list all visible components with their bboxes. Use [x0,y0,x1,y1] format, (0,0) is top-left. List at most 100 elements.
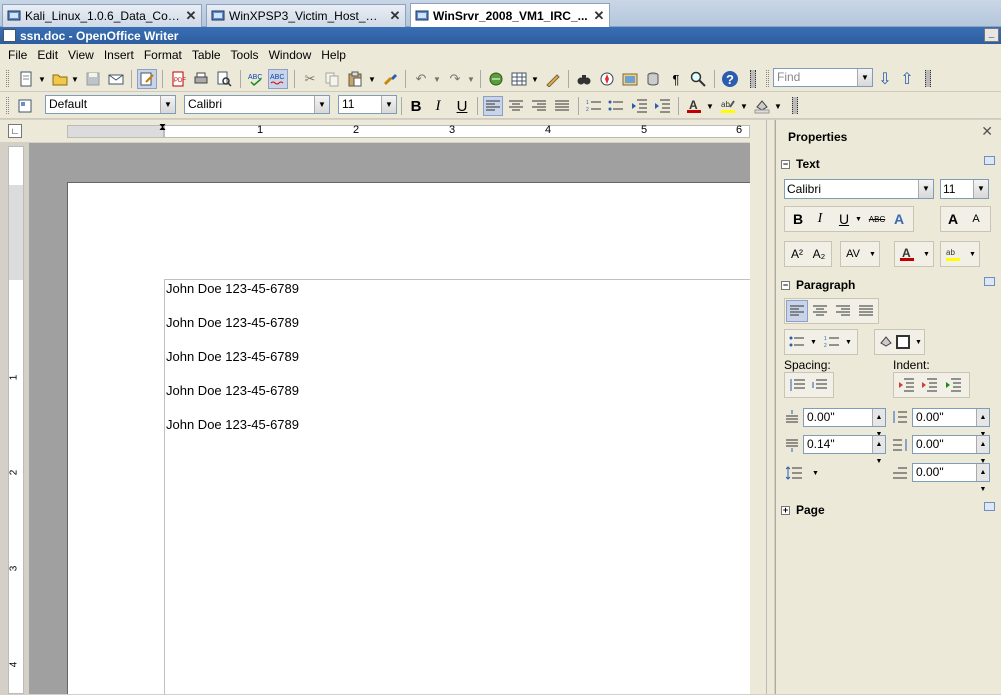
document-page[interactable]: John Doe 123-45-6789 John Doe 123-45-678… [67,182,751,695]
font-name-select[interactable]: Calibri ▼ [184,95,330,114]
table-icon[interactable] [509,69,529,89]
italic-button[interactable]: I [428,96,448,116]
sidebar-font-name-select[interactable]: Calibri ▼ [784,179,934,199]
numbering-icon[interactable]: 12 [584,96,604,116]
chevron-down-icon[interactable]: ▼ [160,96,175,113]
document-line[interactable]: John Doe 123-45-6789 [166,315,299,330]
sidebar-font-size-select[interactable]: 11 ▼ [940,179,989,199]
spinner-arrows-icon[interactable]: ▲▼ [872,436,885,465]
character-spacing-icon[interactable]: AV [842,243,864,265]
document-line[interactable]: John Doe 123-45-6789 [166,349,299,364]
sidebar-increase-indent-icon[interactable] [895,374,917,396]
collapse-icon[interactable]: − [781,280,790,290]
hyperlink-icon[interactable] [486,69,506,89]
strikethrough-button[interactable]: ABC [866,208,888,230]
chevron-down-icon[interactable]: ▼ [855,216,862,223]
menu-tools[interactable]: Tools [226,48,264,62]
close-icon[interactable]: ✕ [593,8,605,24]
indent-marker-icon[interactable]: ⧗ [159,122,166,133]
above-spacing-spinner[interactable]: 0.00" ▲▼ [803,408,886,438]
chevron-down-icon[interactable]: ▼ [433,75,441,84]
more-options-icon[interactable] [984,277,995,286]
chevron-down-icon[interactable]: ▼ [869,251,876,258]
find-input[interactable]: Find ▼ [773,68,873,87]
align-right-icon[interactable] [529,96,549,116]
vertical-ruler[interactable]: 1 2 3 4 [8,146,24,694]
before-indent-spinner[interactable]: 0.00" ▲▼ [912,408,990,438]
chevron-down-icon[interactable]: ▼ [368,75,376,84]
data-sources-icon[interactable] [643,69,663,89]
align-left-icon[interactable] [483,96,503,116]
chevron-down-icon[interactable]: ▼ [314,96,329,113]
vm-tab-winsrvr[interactable]: WinSrvr_2008_VM1_IRC_... ✕ [410,3,610,27]
menu-format[interactable]: Format [139,48,187,62]
cut-icon[interactable]: ✂ [300,69,320,89]
menu-insert[interactable]: Insert [99,48,139,62]
document-canvas[interactable]: John Doe 123-45-6789 John Doe 123-45-678… [29,143,751,695]
chevron-down-icon[interactable]: ▼ [38,75,46,84]
chevron-down-icon[interactable]: ▼ [918,180,933,198]
find-previous-icon[interactable]: ⇧ [897,69,917,89]
chevron-down-icon[interactable]: ▼ [706,102,714,111]
email-icon[interactable] [106,69,126,89]
increase-indent-icon[interactable] [652,96,672,116]
navigator-icon[interactable] [597,69,617,89]
print-preview-icon[interactable] [214,69,234,89]
chevron-down-icon[interactable]: ▼ [857,69,872,86]
tab-stop-type-icon[interactable]: ∟ [8,124,22,138]
close-icon[interactable]: ✕ [981,123,993,140]
save-icon[interactable] [83,69,103,89]
decrease-spacing-icon[interactable] [808,374,830,396]
vm-tab-kali[interactable]: Kali_Linux_1.0.6_Data_Collect... ✕ [2,4,202,27]
print-icon[interactable] [191,69,211,89]
paragraph-panel-header[interactable]: − Paragraph [781,275,997,295]
sidebar-highlighting-icon[interactable]: ab [942,243,964,265]
increase-spacing-icon[interactable] [786,374,808,396]
paragraph-style-select[interactable]: Default ▼ [45,95,176,114]
menu-edit[interactable]: Edit [32,48,63,62]
sidebar-align-center-icon[interactable] [809,300,831,322]
sidebar-justify-icon[interactable] [855,300,877,322]
sidebar-numbering-icon[interactable]: 12 [821,331,843,353]
toolbar-grip[interactable] [766,70,769,87]
gallery-icon[interactable] [620,69,640,89]
chevron-down-icon[interactable]: ▼ [812,470,819,477]
menu-help[interactable]: Help [316,48,351,62]
sidebar-decrease-indent-icon[interactable] [918,374,940,396]
minimize-button[interactable]: _ [984,28,999,42]
more-options-icon[interactable] [984,156,995,165]
menu-file[interactable]: File [3,48,32,62]
sidebar-bullets-icon[interactable] [786,331,808,353]
edit-file-icon[interactable] [137,69,157,89]
text-panel-header[interactable]: − Text [781,154,997,174]
autospellcheck-icon[interactable]: ABC [268,69,288,89]
chevron-down-icon[interactable]: ▼ [531,75,539,84]
toolbar-overflow[interactable] [792,97,798,114]
show-draw-functions-icon[interactable] [543,69,563,89]
find-replace-icon[interactable] [574,69,594,89]
highlighting-icon[interactable]: ab [718,96,738,116]
toolbar-overflow[interactable] [925,70,931,87]
new-document-icon[interactable] [16,69,36,89]
subscript-icon[interactable]: A₂ [808,243,830,265]
chevron-down-icon[interactable]: ▼ [969,251,976,258]
spinner-arrows-icon[interactable]: ▲▼ [976,436,989,465]
chevron-down-icon[interactable]: ▼ [467,75,475,84]
sidebar-align-right-icon[interactable] [832,300,854,322]
expand-icon[interactable]: + [781,505,790,515]
toolbar-overflow[interactable] [750,70,756,88]
chevron-down-icon[interactable]: ▼ [71,75,79,84]
open-folder-icon[interactable] [50,69,70,89]
zoom-icon[interactable] [688,69,708,89]
hanging-indent-icon[interactable] [942,374,964,396]
increase-font-icon[interactable]: A [942,208,964,230]
sidebar-font-color-icon[interactable]: A [896,243,918,265]
sidebar-underline-button[interactable]: U [833,208,855,230]
shadow-button[interactable]: A [888,208,910,230]
underline-button[interactable]: U [452,96,472,116]
menu-view[interactable]: View [63,48,99,62]
chevron-down-icon[interactable]: ▼ [740,102,748,111]
document-line[interactable]: John Doe 123-45-6789 [166,417,299,432]
horizontal-ruler[interactable]: ∟ ⧗ 1 2 3 4 5 6 [0,120,770,142]
export-pdf-icon[interactable]: PDF [168,69,188,89]
